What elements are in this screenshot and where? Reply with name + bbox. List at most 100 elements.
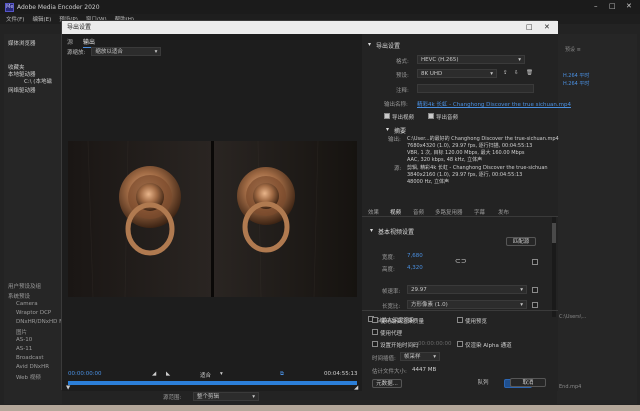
export-settings-title: 导出设置 [376, 43, 401, 50]
chevron-down-icon: ▾ [490, 70, 493, 77]
source-range-label: 源范围: [163, 395, 182, 401]
scrollbar-thumb[interactable] [552, 223, 556, 243]
close-icon[interactable]: ✕ [626, 2, 632, 10]
width-value[interactable]: 7,680 [407, 253, 423, 259]
queue-button[interactable]: 队列 [472, 379, 494, 388]
browser-item[interactable]: 网络驱动器 [8, 86, 36, 94]
out-point-icon[interactable]: ◣ [166, 371, 170, 377]
render-alpha-label: 仅渲染 Alpha 通道 [465, 343, 512, 349]
preset-item[interactable]: Broadcast [16, 355, 44, 361]
cancel-button[interactable]: 取消 [510, 378, 546, 387]
max-quality-checkbox[interactable] [372, 317, 378, 323]
maximize-icon[interactable]: □ [526, 21, 533, 34]
minimize-icon[interactable]: – [594, 2, 598, 10]
queue-format[interactable]: H.264 平时 [563, 80, 589, 87]
timecode-start[interactable]: 00:00:00:00 [68, 371, 102, 377]
summary-title: 摘要 [394, 128, 407, 135]
timeline-bar[interactable] [68, 381, 357, 385]
preset-item[interactable]: AS-10 [16, 337, 32, 343]
fps-select[interactable]: 29.97 ▾ [407, 285, 527, 294]
use-proxy-label: 使用代理 [380, 331, 403, 337]
comments-input[interactable] [417, 84, 534, 93]
menu-file[interactable]: 文件(F) [6, 15, 24, 23]
use-preview-label: 使用预览 [465, 319, 488, 325]
width-label: 宽度: [382, 255, 395, 261]
source-scale-label: 源缩放: [67, 49, 86, 56]
scrollbar[interactable] [552, 217, 556, 317]
range-end-icon[interactable]: ◢ [354, 385, 358, 391]
export-video-checkbox[interactable] [384, 113, 390, 119]
fps-label: 帧速率: [382, 289, 401, 295]
output-path: C:\Users\... [559, 314, 587, 320]
settings-tabs: 效果 视频 音频 多路复用器 字幕 发布 [362, 207, 558, 217]
start-timecode-checkbox[interactable] [372, 341, 378, 347]
match-source-button[interactable]: 匹配源 [506, 237, 536, 246]
tab-audio[interactable]: 音频 [413, 208, 424, 216]
format-select[interactable]: HEVC (H.265) ▾ [417, 55, 525, 64]
tab-multiplexer[interactable]: 多路复用器 [435, 208, 463, 216]
summary-output-label: 输出: [388, 137, 401, 143]
preset-item[interactable]: 图片 [16, 328, 27, 336]
queue-format[interactable]: H.264 平时 [563, 72, 589, 79]
in-point-icon[interactable]: ◢ [152, 371, 156, 377]
media-browser-title: 媒体浏览器 [8, 41, 36, 47]
crop-icon[interactable]: ⧉ [280, 371, 284, 378]
use-preview-checkbox[interactable] [457, 317, 463, 323]
tab-captions[interactable]: 字幕 [474, 208, 485, 216]
interpolation-label: 时间插值: [372, 356, 396, 362]
preset-item[interactable]: 系统预设 [8, 292, 30, 300]
maximize-icon[interactable]: □ [609, 2, 616, 10]
fit-label[interactable]: 适合 [200, 371, 211, 379]
tab-effects[interactable]: 效果 [368, 208, 379, 216]
dialog-title: 导出设置 [62, 21, 558, 34]
app-titlebar: Me Adobe Media Encoder 2020 – □ ✕ [0, 0, 640, 14]
summary-output-line: AAC, 320 kbps, 48 kHz, 立体声 [407, 157, 483, 163]
fps-override-checkbox[interactable] [532, 287, 538, 293]
preset-item[interactable]: Avid DNxHR [16, 364, 49, 370]
tab-video[interactable]: 视频 [390, 208, 401, 216]
close-icon[interactable]: ✕ [544, 21, 550, 34]
chevron-down-icon[interactable]: ▾ [386, 126, 389, 133]
timecode-end: 00:04:55:13 [324, 371, 358, 377]
preset-select[interactable]: 8K UHD ▾ [417, 69, 497, 78]
height-value[interactable]: 4,320 [407, 265, 423, 271]
summary-source-line: 3840x2160 (1.0), 29.97 fps, 逐行, 00:04:55… [407, 172, 523, 178]
output-name-link[interactable]: 精彩4k 长虹 - Changhong Discover the true si… [417, 100, 571, 108]
import-preset-icon[interactable]: ⇩ [514, 70, 519, 76]
aspect-override-checkbox[interactable] [532, 302, 538, 308]
playhead-icon[interactable]: ▼ [66, 385, 70, 391]
start-timecode-label: 设置开始时间码 [380, 343, 419, 349]
browser-item[interactable]: C:\ (本地磁 [24, 77, 52, 85]
chevron-down-icon[interactable]: ▾ [368, 41, 371, 48]
export-audio-checkbox[interactable] [428, 113, 434, 119]
door-knocker-image [68, 141, 357, 297]
source-range-select[interactable]: 整个剪辑 ▾ [193, 392, 259, 401]
render-alpha-checkbox[interactable] [457, 341, 463, 347]
chevron-down-icon[interactable]: ▾ [370, 227, 373, 234]
aspect-label: 长宽比: [382, 304, 401, 310]
interpolation-select[interactable]: 帧采样 ▾ [400, 352, 440, 361]
summary-source-line: 48000 Hz, 立体声 [407, 179, 450, 185]
preset-item[interactable]: Web 视频 [16, 373, 41, 381]
preset-item[interactable]: Camera [16, 301, 38, 307]
metadata-button[interactable]: 元数据... [372, 379, 402, 388]
preset-item[interactable]: Wraptor DCP [16, 310, 51, 316]
chevron-down-icon: ▾ [252, 393, 255, 400]
use-proxy-checkbox[interactable] [372, 329, 378, 335]
source-scale-select[interactable]: 缩放以适合 ▾ [91, 47, 162, 56]
app-logo-icon: Me [5, 2, 14, 12]
delete-preset-icon[interactable]: 🗑 [526, 70, 533, 76]
preset-item[interactable]: 用户预设及组 [8, 282, 41, 290]
chevron-down-icon: ▾ [154, 48, 158, 55]
chevron-down-icon[interactable]: ▾ [220, 371, 223, 377]
save-preset-icon[interactable]: ⇪ [503, 70, 508, 76]
preset-item[interactable]: AS-11 [16, 346, 32, 352]
max-quality-label: 使用最高渲染质量 [380, 319, 425, 325]
aspect-select[interactable]: 方形像素 (1.0) ▾ [407, 300, 527, 309]
menu-edit[interactable]: 编辑(E) [32, 15, 51, 23]
size-override-checkbox[interactable] [532, 259, 538, 265]
tab-publish[interactable]: 发布 [498, 208, 509, 216]
chevron-down-icon: ▾ [520, 286, 523, 293]
start-timecode-value[interactable]: 00:00:00:00 [418, 341, 452, 347]
link-icon[interactable]: ⊂⊃ [455, 257, 467, 265]
